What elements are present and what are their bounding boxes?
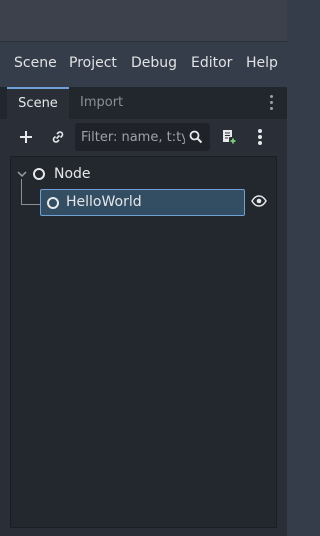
- filter-input[interactable]: [81, 127, 185, 147]
- menu-bar: Scene Project Debug Editor Help: [0, 42, 287, 86]
- tab-scene[interactable]: Scene: [7, 87, 69, 119]
- tab-import[interactable]: Import: [80, 87, 123, 119]
- attach-script-button[interactable]: [217, 125, 241, 149]
- dock-menu-icon[interactable]: [270, 95, 274, 113]
- add-node-button[interactable]: [14, 125, 38, 149]
- tree-row-helloworld[interactable]: HelloWorld: [40, 189, 245, 216]
- script-add-icon: [223, 130, 237, 145]
- link-icon: [52, 131, 64, 143]
- tree-label-helloworld: HelloWorld: [66, 194, 142, 210]
- plus-icon: [20, 131, 32, 143]
- menu-debug[interactable]: Debug: [131, 55, 177, 71]
- menu-editor[interactable]: Editor: [191, 55, 232, 71]
- menu-project[interactable]: Project: [69, 55, 117, 71]
- tree-connector: [21, 179, 41, 205]
- search-icon[interactable]: [189, 130, 203, 144]
- menu-scene[interactable]: Scene: [14, 55, 57, 71]
- filter-field[interactable]: [75, 123, 210, 151]
- menu-help[interactable]: Help: [246, 55, 278, 71]
- dock-tab-bar: Scene Import: [0, 87, 287, 119]
- kebab-menu-icon: [258, 129, 262, 145]
- scene-toolbar: [0, 119, 287, 157]
- eye-icon[interactable]: [251, 195, 267, 207]
- tree-row-node[interactable]: Node: [11, 162, 276, 186]
- tree-label-node: Node: [54, 166, 91, 182]
- title-bar: [0, 0, 287, 42]
- scene-options-button[interactable]: [248, 125, 272, 149]
- instance-scene-button[interactable]: [46, 125, 70, 149]
- scene-dock: Scene Import Filter: name, t:type Node H…: [0, 87, 287, 536]
- scene-tree: Node HelloWorld: [10, 156, 277, 528]
- node-circle-icon: [47, 197, 59, 209]
- chevron-down-icon[interactable]: [17, 170, 27, 178]
